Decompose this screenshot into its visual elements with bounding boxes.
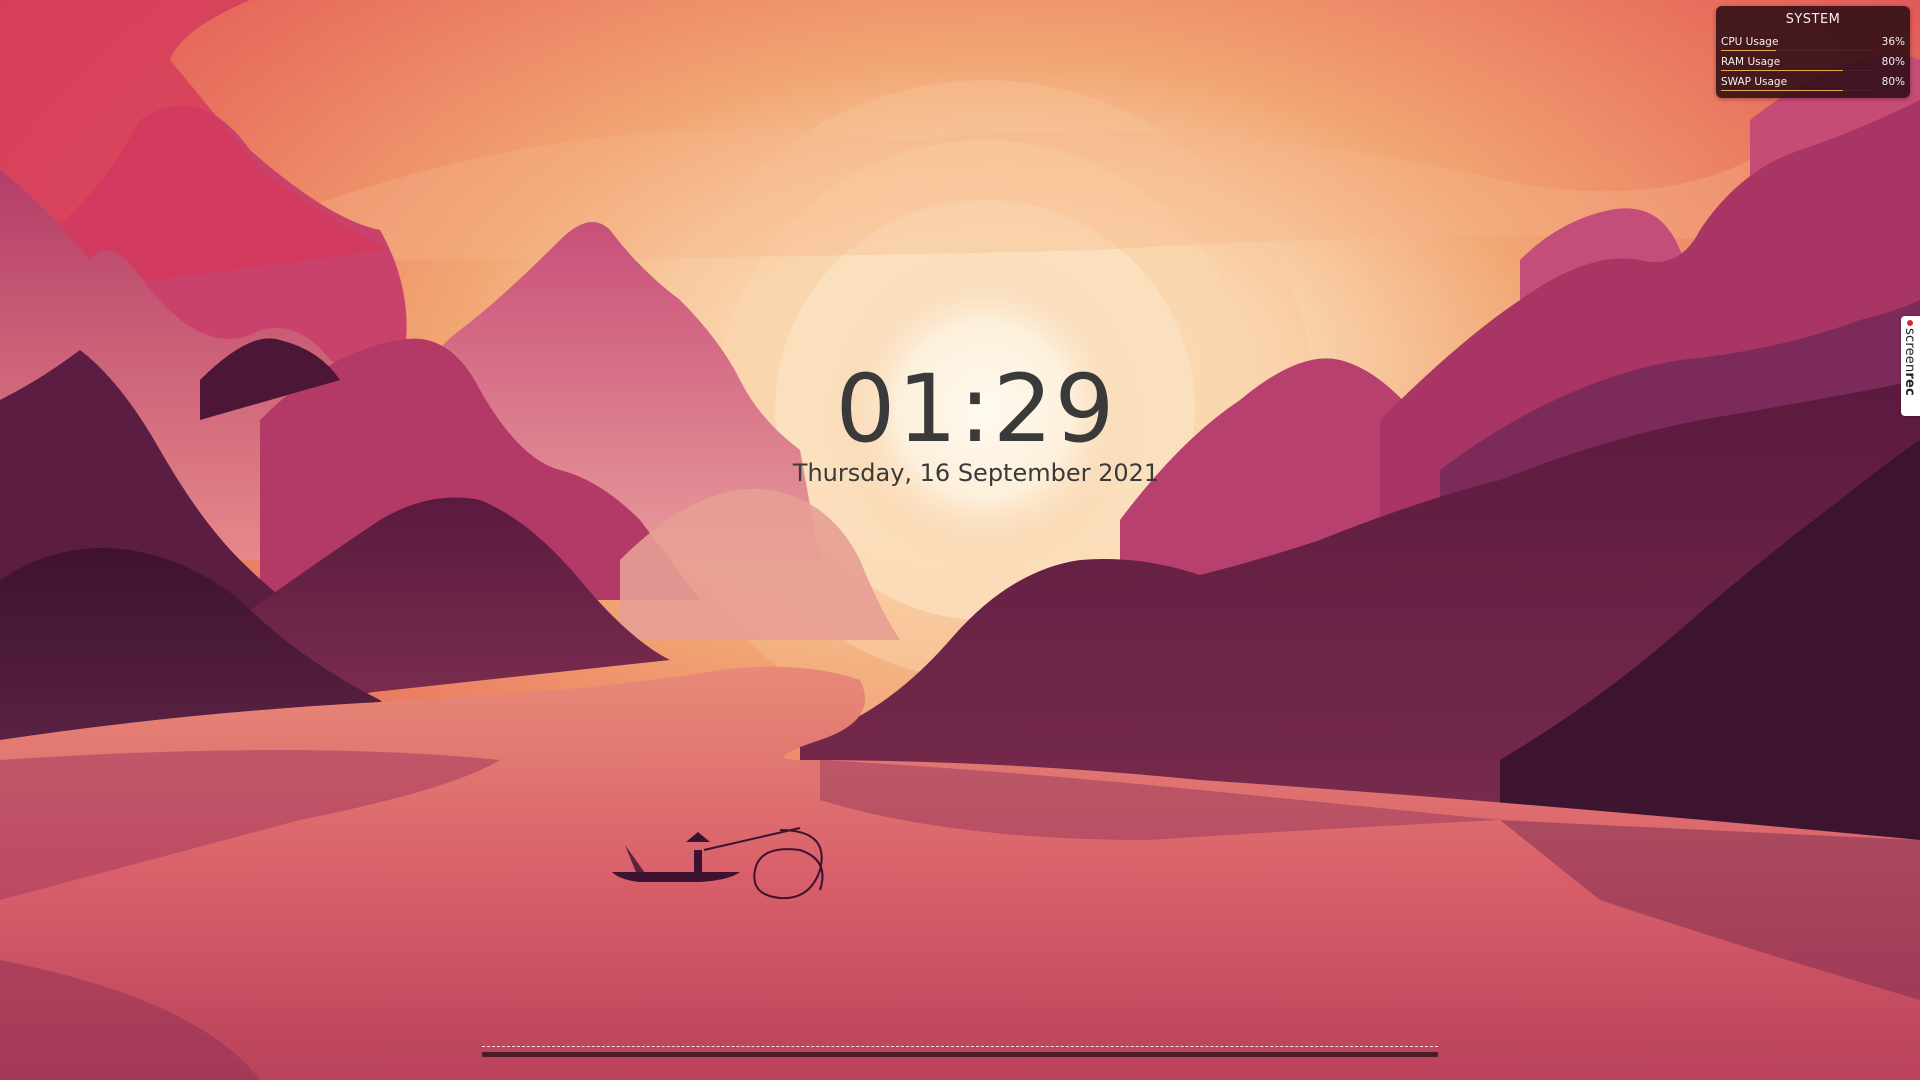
system-monitor-widget: SYSTEM CPU Usage 36% RAM Usage 80% SWAP … xyxy=(1716,6,1910,98)
cpu-usage-row: CPU Usage 36% xyxy=(1721,34,1905,54)
cpu-usage-bar xyxy=(1721,50,1873,51)
screenrec-tab[interactable]: screenrec xyxy=(1901,316,1920,416)
swap-usage-bar xyxy=(1721,90,1873,91)
cpu-usage-label: CPU Usage xyxy=(1721,36,1779,48)
cpu-usage-bar-fill xyxy=(1721,50,1776,51)
wallpaper-image xyxy=(0,0,1920,1080)
ram-usage-label: RAM Usage xyxy=(1721,56,1781,68)
swap-usage-row: SWAP Usage 80% xyxy=(1721,74,1905,94)
cpu-usage-value: 36% xyxy=(1881,36,1905,48)
screenrec-logo: screenrec xyxy=(1902,328,1917,396)
desktop-clock: 01:29 Thursday, 16 September 2021 xyxy=(0,360,1920,488)
clock-date: Thursday, 16 September 2021 xyxy=(792,459,1160,487)
swap-usage-label: SWAP Usage xyxy=(1721,76,1788,88)
ram-usage-bar-fill xyxy=(1721,70,1843,71)
swap-usage-value: 80% xyxy=(1881,76,1905,88)
record-dot-icon xyxy=(1907,320,1913,326)
dock-strip[interactable] xyxy=(482,1052,1438,1057)
dock-dashed-line xyxy=(482,1046,1438,1047)
dock-bar[interactable] xyxy=(482,1044,1438,1058)
clock-time: 01:29 xyxy=(835,355,1117,464)
screenrec-suffix: rec xyxy=(1902,372,1917,396)
desktop: 01:29 Thursday, 16 September 2021 SYSTEM… xyxy=(0,0,1920,1080)
ram-usage-value: 80% xyxy=(1881,56,1905,68)
swap-usage-bar-fill xyxy=(1721,90,1843,91)
screenrec-prefix: screen xyxy=(1902,328,1917,373)
ram-usage-row: RAM Usage 80% xyxy=(1721,54,1905,74)
system-monitor-title: SYSTEM xyxy=(1785,12,1841,27)
ram-usage-bar xyxy=(1721,70,1873,71)
